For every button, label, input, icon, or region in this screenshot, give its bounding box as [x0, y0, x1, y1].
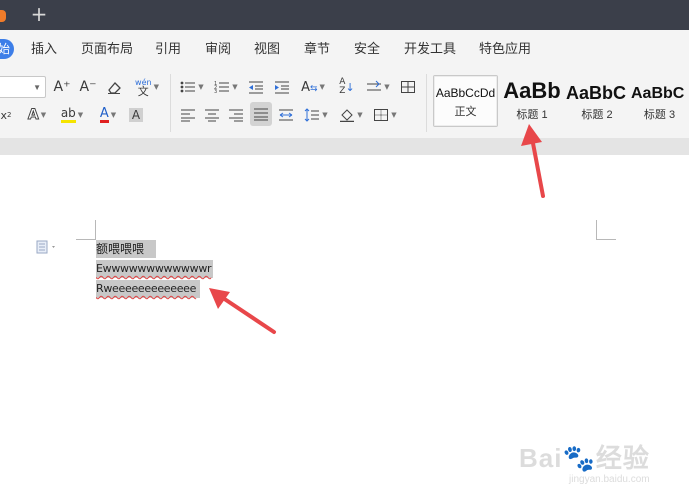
style-normal-preview: AaBbCcDd: [435, 86, 496, 100]
sort-button[interactable]: A Z ↓: [338, 76, 356, 98]
bullet-list-icon: [180, 81, 196, 93]
ribbon-divider: [426, 74, 427, 132]
menu-chapter[interactable]: 章节: [304, 41, 330, 57]
shading-button[interactable]: ▼: [338, 104, 364, 126]
borders-button[interactable]: ▼: [372, 104, 398, 126]
char-shading-icon: A: [128, 108, 144, 122]
justify-button[interactable]: [250, 102, 272, 126]
page-margin-corner-right: [596, 220, 616, 240]
line-spacing-options-button[interactable]: ▼: [364, 76, 392, 98]
menu-view[interactable]: 视图: [254, 41, 280, 57]
style-heading-2-label: 标题 2: [581, 109, 613, 121]
menu-start-tab[interactable]: 始: [0, 39, 14, 59]
distributed-align-button[interactable]: [276, 104, 296, 126]
distribute-icon: [279, 109, 293, 121]
title-bar: +: [0, 0, 689, 30]
text-effect-button[interactable]: A ▼: [26, 104, 48, 126]
highlighter-icon: ab: [60, 107, 76, 123]
doc-line-2[interactable]: Ewwwwwwwwwwwwr: [96, 260, 213, 278]
style-heading-3-preview: AaBbC: [631, 85, 685, 102]
font-size-select[interactable]: ▼: [0, 76, 46, 98]
outdent-icon: [249, 81, 263, 94]
style-heading-2-preview: AaBbC: [566, 83, 627, 103]
paint-bucket-icon: [340, 109, 355, 122]
font-color-icon: A: [99, 106, 109, 123]
style-normal-label: 正文: [454, 106, 477, 118]
chevron-down-icon: ▼: [33, 83, 41, 92]
font-shrink-button[interactable]: A⁻: [78, 76, 98, 98]
align-right-icon: [229, 109, 243, 122]
ribbon-divider: [170, 74, 171, 132]
style-heading-2[interactable]: AaBbC 标题 2: [565, 75, 629, 127]
text-direction-button[interactable]: A⇆ ▼: [300, 76, 326, 98]
subscript-icon[interactable]: x2: [0, 104, 14, 126]
paragraph-spacing-icon: [367, 80, 382, 91]
menu-references[interactable]: 引用: [155, 41, 181, 57]
eraser-icon: [108, 82, 121, 94]
menu-special-apps[interactable]: 特色应用: [479, 41, 531, 57]
style-heading-3-label: 标题 3: [643, 109, 676, 121]
doc-line-1[interactable]: 额喂喂喂: [96, 240, 156, 258]
style-normal[interactable]: AaBbCcDd 正文: [433, 75, 498, 127]
border-icon: [374, 109, 389, 121]
menu-review[interactable]: 审阅: [205, 41, 231, 57]
table-border-button[interactable]: [398, 76, 418, 98]
page-margin-corner-left: [76, 220, 96, 240]
style-heading-1[interactable]: AaBb 标题 1: [500, 75, 564, 127]
paragraph-handle-icon[interactable]: [36, 239, 58, 255]
menu-security[interactable]: 安全: [354, 41, 380, 57]
baidu-watermark: Bai🐾经验 jingyan.baidu.com: [519, 438, 659, 498]
text-effect-icon: A: [27, 107, 39, 124]
align-right-button[interactable]: [226, 104, 246, 126]
numbered-list-icon: 123: [214, 81, 230, 94]
line-spacing-button[interactable]: ▼: [302, 104, 330, 126]
bullet-list-button[interactable]: ▼: [178, 76, 206, 98]
watermark-main: Bai🐾经验: [519, 443, 650, 473]
phonetic-icon: wén 文: [135, 78, 152, 98]
menu-bar: 始 插入 页面布局 引用 审阅 视图 章节 安全 开发工具 特色应用: [0, 30, 689, 68]
watermark-url: jingyan.baidu.com: [569, 474, 650, 485]
font-color-button[interactable]: A ▼: [94, 104, 122, 126]
menu-developer-tools[interactable]: 开发工具: [404, 41, 456, 57]
char-shading-button[interactable]: A: [127, 104, 145, 126]
new-tab-plus-icon[interactable]: +: [28, 3, 50, 25]
increase-indent-button[interactable]: [272, 76, 292, 98]
style-gallery: AaBbCcDd 正文 AaBb 标题 1 AaBbC 标题 2 AaBbC 标…: [428, 72, 689, 128]
align-center-button[interactable]: [202, 104, 222, 126]
style-heading-3[interactable]: AaBbC 标题 3: [630, 75, 689, 127]
indent-icon: [275, 81, 289, 94]
align-left-icon: [181, 109, 195, 122]
align-left-button[interactable]: [178, 104, 198, 126]
menu-insert[interactable]: 插入: [31, 41, 57, 57]
style-heading-1-preview: AaBb: [503, 78, 561, 103]
highlight-button[interactable]: ab ▼: [58, 104, 86, 126]
decrease-indent-button[interactable]: [246, 76, 266, 98]
align-justify-icon: [254, 108, 268, 121]
clear-format-button[interactable]: [104, 76, 124, 98]
app-tab-indicator[interactable]: [0, 10, 6, 22]
menu-page-layout[interactable]: 页面布局: [81, 41, 133, 57]
grid-icon: [401, 81, 415, 93]
numbered-list-button[interactable]: 1 2 3 ▼: [212, 76, 240, 98]
style-heading-1-label: 标题 1: [516, 109, 548, 121]
svg-text:3: 3: [214, 89, 217, 94]
align-center-icon: [205, 109, 219, 122]
doc-line-3[interactable]: Rweeeeeeeeeeeee: [96, 280, 200, 298]
text-direction-icon: A⇆: [301, 79, 318, 95]
ribbon-page-gap: [0, 138, 689, 155]
phonetic-guide-button[interactable]: wén 文 ▼: [132, 76, 162, 98]
line-spacing-icon: [304, 108, 320, 122]
font-grow-button[interactable]: A⁺: [52, 76, 72, 98]
